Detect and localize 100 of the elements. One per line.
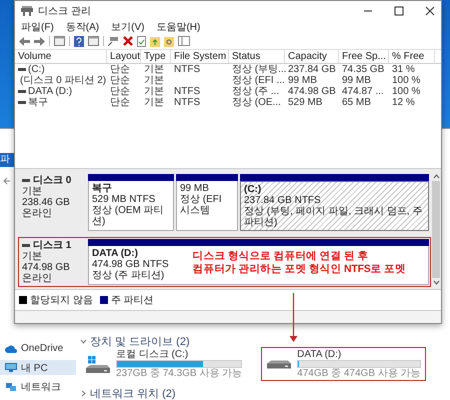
forward-arrow-icon[interactable] [34,36,45,46]
partition-size: 99 MB [180,183,210,194]
table-cell: 단순 [110,86,130,97]
panel-icon[interactable] [178,36,190,46]
maximize-icon[interactable] [394,6,404,16]
disk-status: 온라인 [22,208,53,219]
ribbon-tab[interactable]: 파 [0,153,14,167]
column-header[interactable]: Free Sp... [339,50,389,63]
window-icon[interactable] [54,36,65,46]
partition-size: 529 MB NTFS [92,194,156,205]
table-cell: (디스크 0 파티션 2) [20,75,106,86]
table-cell: 기본 [144,75,164,86]
column-header[interactable]: Capacity [285,50,339,63]
partition-name: DATA (D:) [92,248,139,259]
computer-icon [5,363,17,372]
partition-status: 정상 (OEM 파티션) [92,205,165,227]
menu-item[interactable]: 동작(A) [66,20,100,34]
table-cell: 정상 (OE... [232,97,281,108]
table-cell: 237.84 GB [288,64,336,75]
volume-icon [18,68,26,72]
legend-label: 주 파티션 [110,294,154,307]
nav-item[interactable]: 네트워크 [0,379,76,394]
table-cell: 65 MB [342,97,371,108]
disk-name: 디스크 0 [33,175,72,186]
partition[interactable]: 복구 529 MB NTFS 정상 (OEM 파티션) [88,174,174,231]
table-cell: DATA (D:) [28,86,72,97]
table-cell: 단순 [110,97,130,108]
network-icon [5,382,17,392]
system-drive-icon [85,356,111,372]
drive-icon [266,360,292,368]
disk-size: 238.46 GB [22,197,71,208]
table-cell: 474.87 ... [342,86,384,97]
window-icon[interactable] [88,36,99,46]
table-cell: 99 MB [288,75,317,86]
drive-tile[interactable]: DATA (D:) 474GB 중 474GB 사용 가능 [261,347,426,381]
partition-status: 정상 (부팅, 페이지 파일, 크래시 덤프, 주 파티션) [244,206,424,228]
partition-size: 474.98 GB NTFS [92,259,169,270]
partition[interactable]: DATA (D:) 474.98 GB NTFS 정상 (주 파티션) 디스크 형식으로 컴퓨터에 연결 된 후 컴퓨터가 관리하는 포멧 형식인 NTFS로 포멧 [88,239,429,285]
table-cell: 12 % [392,97,415,108]
drive-name: 로컬 디스크 (C:) [116,349,190,360]
table-cell: 100 % [392,75,420,86]
chevron-down-icon [80,338,87,344]
column-header[interactable]: % Free [389,50,435,63]
table-cell: NTFS [174,86,200,97]
column-header[interactable]: Type [141,50,171,63]
partition[interactable]: (C:) 237.84 GB NTFS 정상 (부팅, 페이지 파일, 크래시 덤프, 주 파티션) [240,174,429,231]
menu-item[interactable]: 도움말(H) [156,20,200,34]
nav-item[interactable]: 내 PC [0,360,76,375]
nav-item[interactable]: OneDrive [0,341,76,356]
disk-type: 기본 [22,186,43,197]
scrollbar[interactable] [431,172,441,287]
disk-size: 474.98 GB [22,262,71,273]
folder-up-icon[interactable] [150,36,160,46]
column-header[interactable]: Volume [15,50,107,63]
table-cell: 기본 [144,64,164,75]
table-cell: 474.98 GB [288,86,336,97]
back-arrow-icon[interactable] [19,36,30,46]
free-space-text: 237GB 중 74.3GB 사용 가능 [116,368,242,379]
column-header[interactable]: File System [171,50,229,63]
table-cell: NTFS [174,97,200,108]
annotation-text: 컴퓨터가 관리하는 포멧 형식인 NTFS로 포멧 [192,263,406,276]
check-document-icon[interactable] [137,36,146,46]
column-header[interactable]: Layout [107,50,141,63]
scroll-down-icon[interactable] [432,280,440,285]
partition-status: 정상 (EFI 시스템 [180,194,223,216]
partition-name: 복구 [92,183,113,194]
table-cell: 74.35 GB [342,64,384,75]
folder-search-icon[interactable] [164,36,174,46]
partition[interactable]: 99 MB 정상 (EFI 시스템 [176,174,238,231]
table-cell: 단순 [110,75,130,86]
menu-item[interactable]: 파일(F) [21,20,54,34]
scroll-up-icon[interactable] [432,174,440,179]
cloud-icon [5,344,17,352]
disk-management-icon [21,6,33,16]
table-cell: NTFS [174,64,200,75]
chevron-right-icon [80,390,87,396]
section-header[interactable]: 네트워크 위치 (2) [80,387,176,399]
help-icon[interactable] [74,36,84,46]
table-cell: 99 MB [342,75,371,86]
table-cell: 단순 [110,64,130,75]
partition-size: 237.84 GB NTFS [244,195,322,206]
connect-icon[interactable] [108,36,119,46]
disk-type: 기본 [22,251,43,262]
disk-status: 온라인 [22,273,53,284]
table-cell: 복구 [28,97,48,108]
pointer-arrow [289,293,298,343]
drive-tile[interactable]: 로컬 디스크 (C:) 237GB 중 74.3GB 사용 가능 [80,347,248,381]
back-arrow-icon[interactable] [3,177,11,185]
menu-item[interactable]: 보기(V) [111,20,144,34]
drive-name: DATA (D:) [297,349,342,360]
free-space-text: 474GB 중 474GB 사용 가능 [297,368,421,379]
table-cell: 기본 [144,97,164,108]
table-cell: (C:) [28,64,45,75]
column-header[interactable]: Status [229,50,285,63]
table-cell: 31 % [392,64,415,75]
window-title: 디스크 관리 [38,4,91,18]
close-icon[interactable] [425,6,435,16]
table-cell: 100 % [392,86,420,97]
table-cell: 정상 (부팅... [232,64,286,75]
delete-icon[interactable] [123,36,133,46]
